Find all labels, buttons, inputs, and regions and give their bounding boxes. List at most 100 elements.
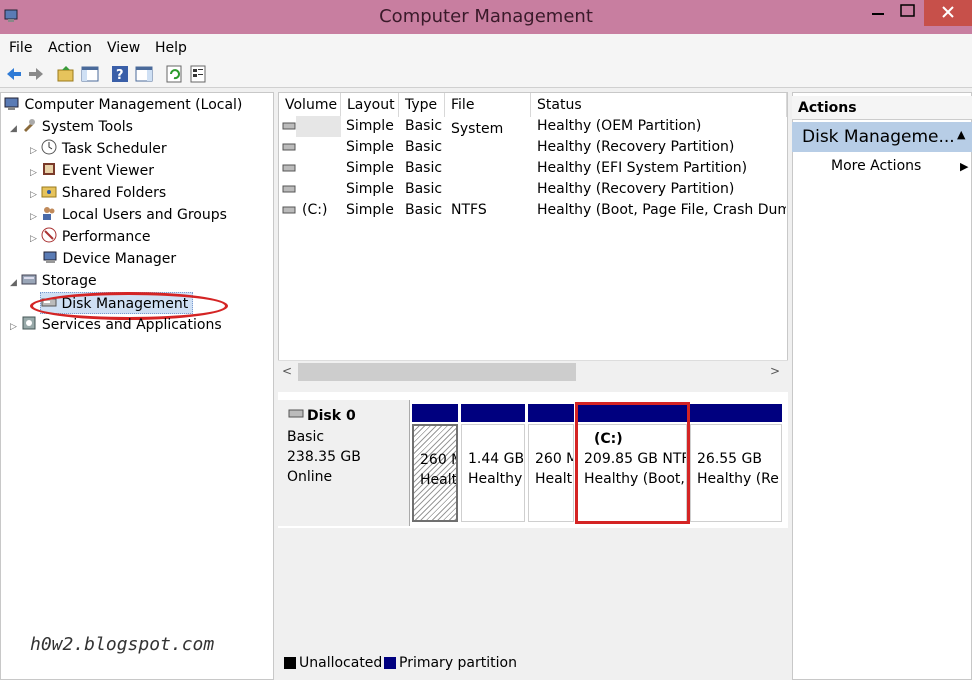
- performance-icon: [41, 227, 57, 243]
- legend-primary: Primary partition: [399, 655, 517, 671]
- collapsed-arrow-icon[interactable]: ▷: [10, 322, 17, 332]
- column-header-file-system[interactable]: File System: [445, 93, 531, 137]
- drive-icon: [282, 185, 296, 193]
- more-actions-link[interactable]: More Actions: [831, 158, 921, 174]
- tree-item-event-viewer[interactable]: ▷ Event Viewer: [30, 160, 154, 182]
- column-header-status[interactable]: Status: [531, 93, 787, 117]
- expanded-arrow-icon[interactable]: ◢: [10, 124, 17, 134]
- table-row[interactable]: (C:) Simple Basic NTFS Healthy (Boot, Pa…: [280, 200, 786, 221]
- tree-label: Storage: [41, 273, 97, 289]
- partition-header: [412, 404, 458, 422]
- disk-icon: [288, 409, 304, 418]
- tree-item-storage[interactable]: ◢ Storage: [10, 270, 97, 292]
- tree-item-system-tools[interactable]: ◢ System Tools: [10, 116, 133, 138]
- disk-size: 238.35 GB: [287, 449, 361, 465]
- partition-recovery[interactable]: 1.44 GB Healthy: [461, 424, 525, 522]
- table-row[interactable]: Simple Basic Healthy (EFI System Partiti…: [280, 158, 786, 179]
- show-hide-action-pane-icon[interactable]: [134, 64, 154, 84]
- scroll-right-icon[interactable]: >: [770, 364, 780, 378]
- partition-status: Healthy (Re: [697, 471, 779, 487]
- collapsed-arrow-icon[interactable]: ▷: [30, 212, 37, 222]
- partition-size: 1.44 GB: [468, 451, 525, 467]
- disk-info-panel[interactable]: Disk 0 Basic 238.35 GB Online: [278, 400, 410, 526]
- actions-header: Actions: [792, 96, 972, 120]
- table-row[interactable]: Simple Basic Healthy (Recovery Partition…: [280, 137, 786, 158]
- partition-recovery-2[interactable]: 26.55 GB Healthy (Re: [690, 424, 782, 522]
- collapsed-arrow-icon[interactable]: ▷: [30, 146, 37, 156]
- tree-label: Performance: [61, 229, 151, 245]
- column-header-type[interactable]: Type: [399, 93, 445, 117]
- window-title: Computer Management: [379, 6, 593, 27]
- drive-icon: [282, 143, 296, 151]
- refresh-icon[interactable]: [164, 64, 184, 84]
- column-header-layout[interactable]: Layout: [341, 93, 399, 117]
- cell-layout: Simple: [346, 118, 394, 134]
- scroll-left-icon[interactable]: <: [282, 364, 292, 378]
- tree-item-services[interactable]: ▷ Services and Applications: [10, 314, 222, 336]
- tree-label: Services and Applications: [41, 317, 222, 333]
- tree-label: System Tools: [41, 119, 133, 135]
- column-header-volume[interactable]: Volume: [279, 93, 341, 117]
- up-folder-icon[interactable]: [56, 64, 76, 84]
- actions-pane: [792, 92, 972, 680]
- forward-arrow-icon[interactable]: [26, 64, 46, 84]
- disk-type: Basic: [287, 429, 325, 445]
- partition-status: Healt: [420, 472, 458, 488]
- watermark: h0w2.blogspot.com: [30, 634, 215, 655]
- tree-root-label: Computer Management (Local): [24, 97, 243, 113]
- close-button[interactable]: [924, 0, 972, 26]
- shared-folder-icon: [41, 186, 57, 198]
- tree-item-device-manager[interactable]: Device Manager: [42, 248, 176, 270]
- table-row[interactable]: Simple Basic Healthy (OEM Partition): [280, 116, 786, 137]
- tree-item-task-scheduler[interactable]: ▷ Task Scheduler: [30, 138, 167, 160]
- cell-type: Basic: [405, 202, 443, 218]
- scrollbar-thumb[interactable]: [298, 363, 576, 381]
- clock-icon: [41, 139, 57, 155]
- drive-icon: [282, 122, 296, 130]
- drive-icon: [282, 206, 296, 214]
- tree-root[interactable]: Computer Management (Local): [4, 94, 242, 116]
- collapsed-arrow-icon[interactable]: ▷: [30, 234, 37, 244]
- cell-layout: Simple: [346, 139, 394, 155]
- back-arrow-icon[interactable]: [4, 64, 24, 84]
- cell-type: Basic: [405, 118, 443, 134]
- menu-view[interactable]: View: [107, 40, 140, 56]
- partition-header: [690, 404, 782, 422]
- menu-action[interactable]: Action: [48, 40, 92, 56]
- actions-section-disk-management[interactable]: Disk Manageme...: [792, 122, 972, 152]
- cell-volume: (C:): [302, 202, 328, 218]
- show-hide-tree-icon[interactable]: [80, 64, 100, 84]
- partition-efi[interactable]: 260 M Healt: [528, 424, 574, 522]
- tools-icon: [24, 119, 36, 132]
- tree-label: Task Scheduler: [61, 141, 167, 157]
- event-viewer-icon: [43, 163, 56, 175]
- disk-status: Online: [287, 469, 333, 485]
- tree-item-performance[interactable]: ▷ Performance: [30, 226, 151, 248]
- menu-file[interactable]: File: [9, 40, 32, 56]
- unallocated-swatch: [284, 657, 296, 669]
- table-row[interactable]: Simple Basic Healthy (Recovery Partition…: [280, 179, 786, 200]
- submenu-arrow-icon: ▶: [960, 160, 969, 173]
- users-icon: [43, 207, 55, 220]
- collapsed-arrow-icon[interactable]: ▷: [30, 168, 37, 178]
- partition-header: [461, 404, 525, 422]
- tree-label: Event Viewer: [61, 163, 154, 179]
- properties-icon[interactable]: [188, 64, 208, 84]
- cell-status: Healthy (Recovery Partition): [537, 139, 735, 155]
- partition-status: Healthy: [468, 471, 523, 487]
- collapse-up-icon[interactable]: ▲: [957, 128, 965, 141]
- drive-icon: [282, 164, 296, 172]
- tree-item-shared-folders[interactable]: ▷ Shared Folders: [30, 182, 166, 204]
- cell-status: Healthy (Boot, Page File, Crash Dump,: [537, 202, 786, 218]
- menu-help[interactable]: Help: [155, 40, 187, 56]
- expanded-arrow-icon[interactable]: ◢: [10, 278, 17, 288]
- help-icon[interactable]: ?: [110, 64, 130, 84]
- cell-status: Healthy (OEM Partition): [537, 118, 702, 134]
- actions-section-label: Disk Manageme...: [802, 127, 955, 147]
- partition-oem[interactable]: 260 M Healt: [412, 424, 458, 522]
- maximize-button[interactable]: [890, 0, 926, 26]
- svg-text:?: ?: [116, 68, 124, 83]
- cell-layout: Simple: [346, 202, 394, 218]
- collapsed-arrow-icon[interactable]: ▷: [30, 190, 37, 200]
- tree-item-local-users[interactable]: ▷ Local Users and Groups: [30, 204, 227, 226]
